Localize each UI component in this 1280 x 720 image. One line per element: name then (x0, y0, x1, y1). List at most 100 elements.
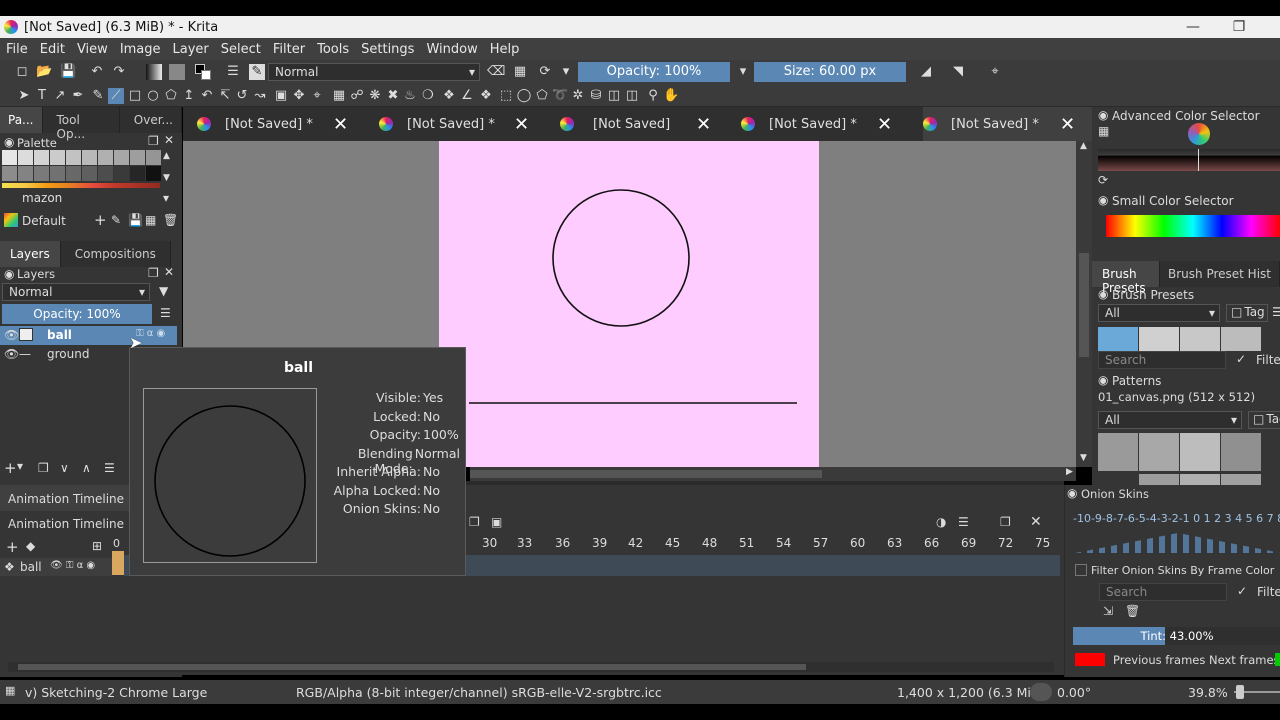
mirror-horizontal-icon[interactable]: ◢ (918, 64, 934, 80)
menu-edit[interactable]: Edit (34, 42, 71, 57)
layer-opacity-slider[interactable]: Opacity: 100% (2, 304, 152, 324)
pattern-filter-select[interactable]: All ▾ (1098, 411, 1242, 429)
restore-icon[interactable]: ❐ (1216, 16, 1262, 38)
scroll-right-icon[interactable]: ▶ (1066, 467, 1073, 477)
checkbox-icon[interactable] (1075, 564, 1087, 576)
vertical-scrollbar[interactable]: ▲ ▼ (1076, 141, 1092, 467)
tab-brush-history[interactable]: Brush Preset Hist (1160, 261, 1280, 287)
scroll-thumb[interactable] (1079, 253, 1089, 357)
playhead[interactable] (112, 551, 124, 575)
doc-tab[interactable]: [Not Saved] * (379, 107, 495, 141)
menu-select[interactable]: Select (215, 42, 267, 57)
onion-opacity-bars[interactable] (1075, 533, 1280, 553)
redo-icon[interactable]: ↷ (111, 64, 127, 80)
transform-icon[interactable]: ▣ (273, 88, 289, 104)
freehand-path-icon[interactable]: ↸ (217, 88, 233, 104)
next-frames-color[interactable] (1275, 653, 1280, 666)
layer-row-ball[interactable]: 👁 ball ⚿ α ◉ (0, 326, 177, 345)
menu-window[interactable]: Window (420, 42, 483, 57)
magnetic-select-icon[interactable]: ◫ (624, 88, 640, 104)
text-tool-icon[interactable]: T (34, 88, 50, 104)
fill-tool-icon[interactable]: ♨ (402, 88, 418, 104)
opacity-slider[interactable]: Opacity: 100% (578, 62, 730, 82)
menu-tools[interactable]: Tools (311, 42, 355, 57)
doc-tab[interactable]: [Not Saved] * (741, 107, 857, 141)
pattern-icon[interactable] (169, 64, 185, 80)
document-canvas[interactable] (439, 141, 819, 467)
eraser-icon[interactable]: ⌫ (487, 64, 505, 80)
scroll-thumb[interactable] (470, 470, 822, 478)
chevron-down-icon[interactable]: ▾ (17, 459, 23, 473)
onion-skin-icon[interactable]: ◑ (936, 515, 946, 529)
menu-view[interactable]: View (71, 42, 114, 57)
tab-tool-options[interactable]: Tool Op... (42, 107, 120, 141)
chevron-down-icon[interactable]: ▾ (735, 64, 751, 80)
brush-settings-icon[interactable]: ☰ (225, 64, 241, 80)
reference-tool-icon[interactable]: ❖ (478, 88, 494, 104)
keyframe-icon[interactable]: ◆ (26, 539, 35, 553)
timeline-hscrollbar[interactable] (8, 662, 1054, 672)
pattern-thumb[interactable] (1180, 433, 1220, 471)
close-icon[interactable]: ✕ (164, 265, 174, 279)
pattern-thumb[interactable] (1098, 433, 1138, 471)
polygon-tool-icon[interactable]: ⬠ (163, 88, 179, 104)
close-icon[interactable]: ✕ (1030, 514, 1042, 530)
palette-swatches[interactable] (2, 150, 161, 188)
polygon-select-icon[interactable]: ⬠ (534, 88, 550, 104)
move-up-icon[interactable]: ∧ (82, 461, 91, 475)
similar-select-icon[interactable]: ⛁ (588, 88, 604, 104)
brush-filter-select[interactable]: All ▾ (1098, 304, 1220, 322)
menu-filter[interactable]: Filter (267, 42, 311, 57)
checkbox-icon[interactable]: ✓ (1237, 584, 1247, 598)
save-icon[interactable]: 💾 (60, 64, 76, 80)
minimize-icon[interactable]: — (1170, 16, 1216, 38)
close-icon[interactable]: ✕ (696, 107, 711, 141)
contiguous-select-icon[interactable]: ✲ (570, 88, 586, 104)
trash-icon[interactable]: 🗑 (163, 213, 178, 227)
previous-frames-color[interactable] (1075, 653, 1105, 666)
onion-search-input[interactable]: Search (1099, 583, 1227, 601)
enclose-fill-icon[interactable]: ❍ (420, 88, 436, 104)
refresh-icon[interactable]: ⟳ (1098, 173, 1108, 187)
select-shapes-icon[interactable]: ➤ (16, 88, 32, 104)
eye-icon[interactable]: 👁 (4, 328, 19, 342)
zoom-icon[interactable]: ⚲ (645, 88, 661, 104)
lock-icon[interactable]: ◉ (4, 135, 14, 149)
chevron-down-icon[interactable]: ▾ (558, 64, 574, 80)
status-zoom[interactable]: 39.8% (1188, 685, 1228, 700)
tag-button[interactable]: □Tag (1226, 304, 1268, 322)
new-file-icon[interactable]: ◻ (14, 64, 30, 80)
float-icon[interactable]: ❐ (148, 266, 159, 280)
fg-bg-color-icon[interactable] (195, 64, 211, 80)
palette-name-select[interactable]: mazon ▾ (2, 190, 175, 208)
filter-icon[interactable]: ▼ (159, 284, 168, 298)
lock-icon[interactable]: ◉ (1067, 486, 1077, 500)
horizontal-scrollbar[interactable]: ▶ (470, 467, 1076, 481)
size-slider[interactable]: Size: 60.00 px (754, 62, 906, 82)
tab-brush-presets[interactable]: Brush Presets (1092, 261, 1160, 295)
scroll-down-icon[interactable]: ▼ (1080, 453, 1087, 463)
float-icon[interactable]: ❐ (1000, 515, 1011, 529)
hue-strip[interactable] (1106, 215, 1280, 237)
add-icon[interactable]: + (94, 211, 107, 229)
tag-button[interactable]: □Tag (1248, 411, 1280, 429)
measure-tool-icon[interactable]: ∠ (459, 88, 475, 104)
smart-patch-icon[interactable]: ❋ (367, 88, 383, 104)
frame-settings-icon[interactable]: ⊞ (92, 539, 102, 553)
lock-icon[interactable]: ◉ (4, 267, 14, 281)
gradient-icon[interactable] (146, 64, 162, 80)
tab-overview[interactable]: Over... (119, 107, 182, 133)
hue-ring[interactable] (1188, 123, 1210, 145)
add-icon[interactable]: + (6, 538, 19, 556)
colorize-mask-icon[interactable]: ✖ (385, 88, 401, 104)
brush-preset-thumb[interactable] (1098, 327, 1138, 351)
menu-help[interactable]: Help (484, 42, 526, 57)
pattern-thumb[interactable] (1139, 433, 1179, 471)
onion-frame-numbers[interactable]: -10-9-8-7-6-5-4-3-2-1 0 1 2 3 4 5 6 7 8 (1073, 512, 1280, 525)
scroll-thumb[interactable] (18, 664, 806, 670)
lock-icon[interactable]: ◉ (1098, 287, 1108, 301)
tab-animation-timeline[interactable]: Animation Timeline (0, 485, 130, 511)
menu-image[interactable]: Image (114, 42, 167, 57)
gradient-tool-icon[interactable]: ▦ (331, 88, 347, 104)
duplicate-icon[interactable]: ❐ (38, 461, 49, 475)
